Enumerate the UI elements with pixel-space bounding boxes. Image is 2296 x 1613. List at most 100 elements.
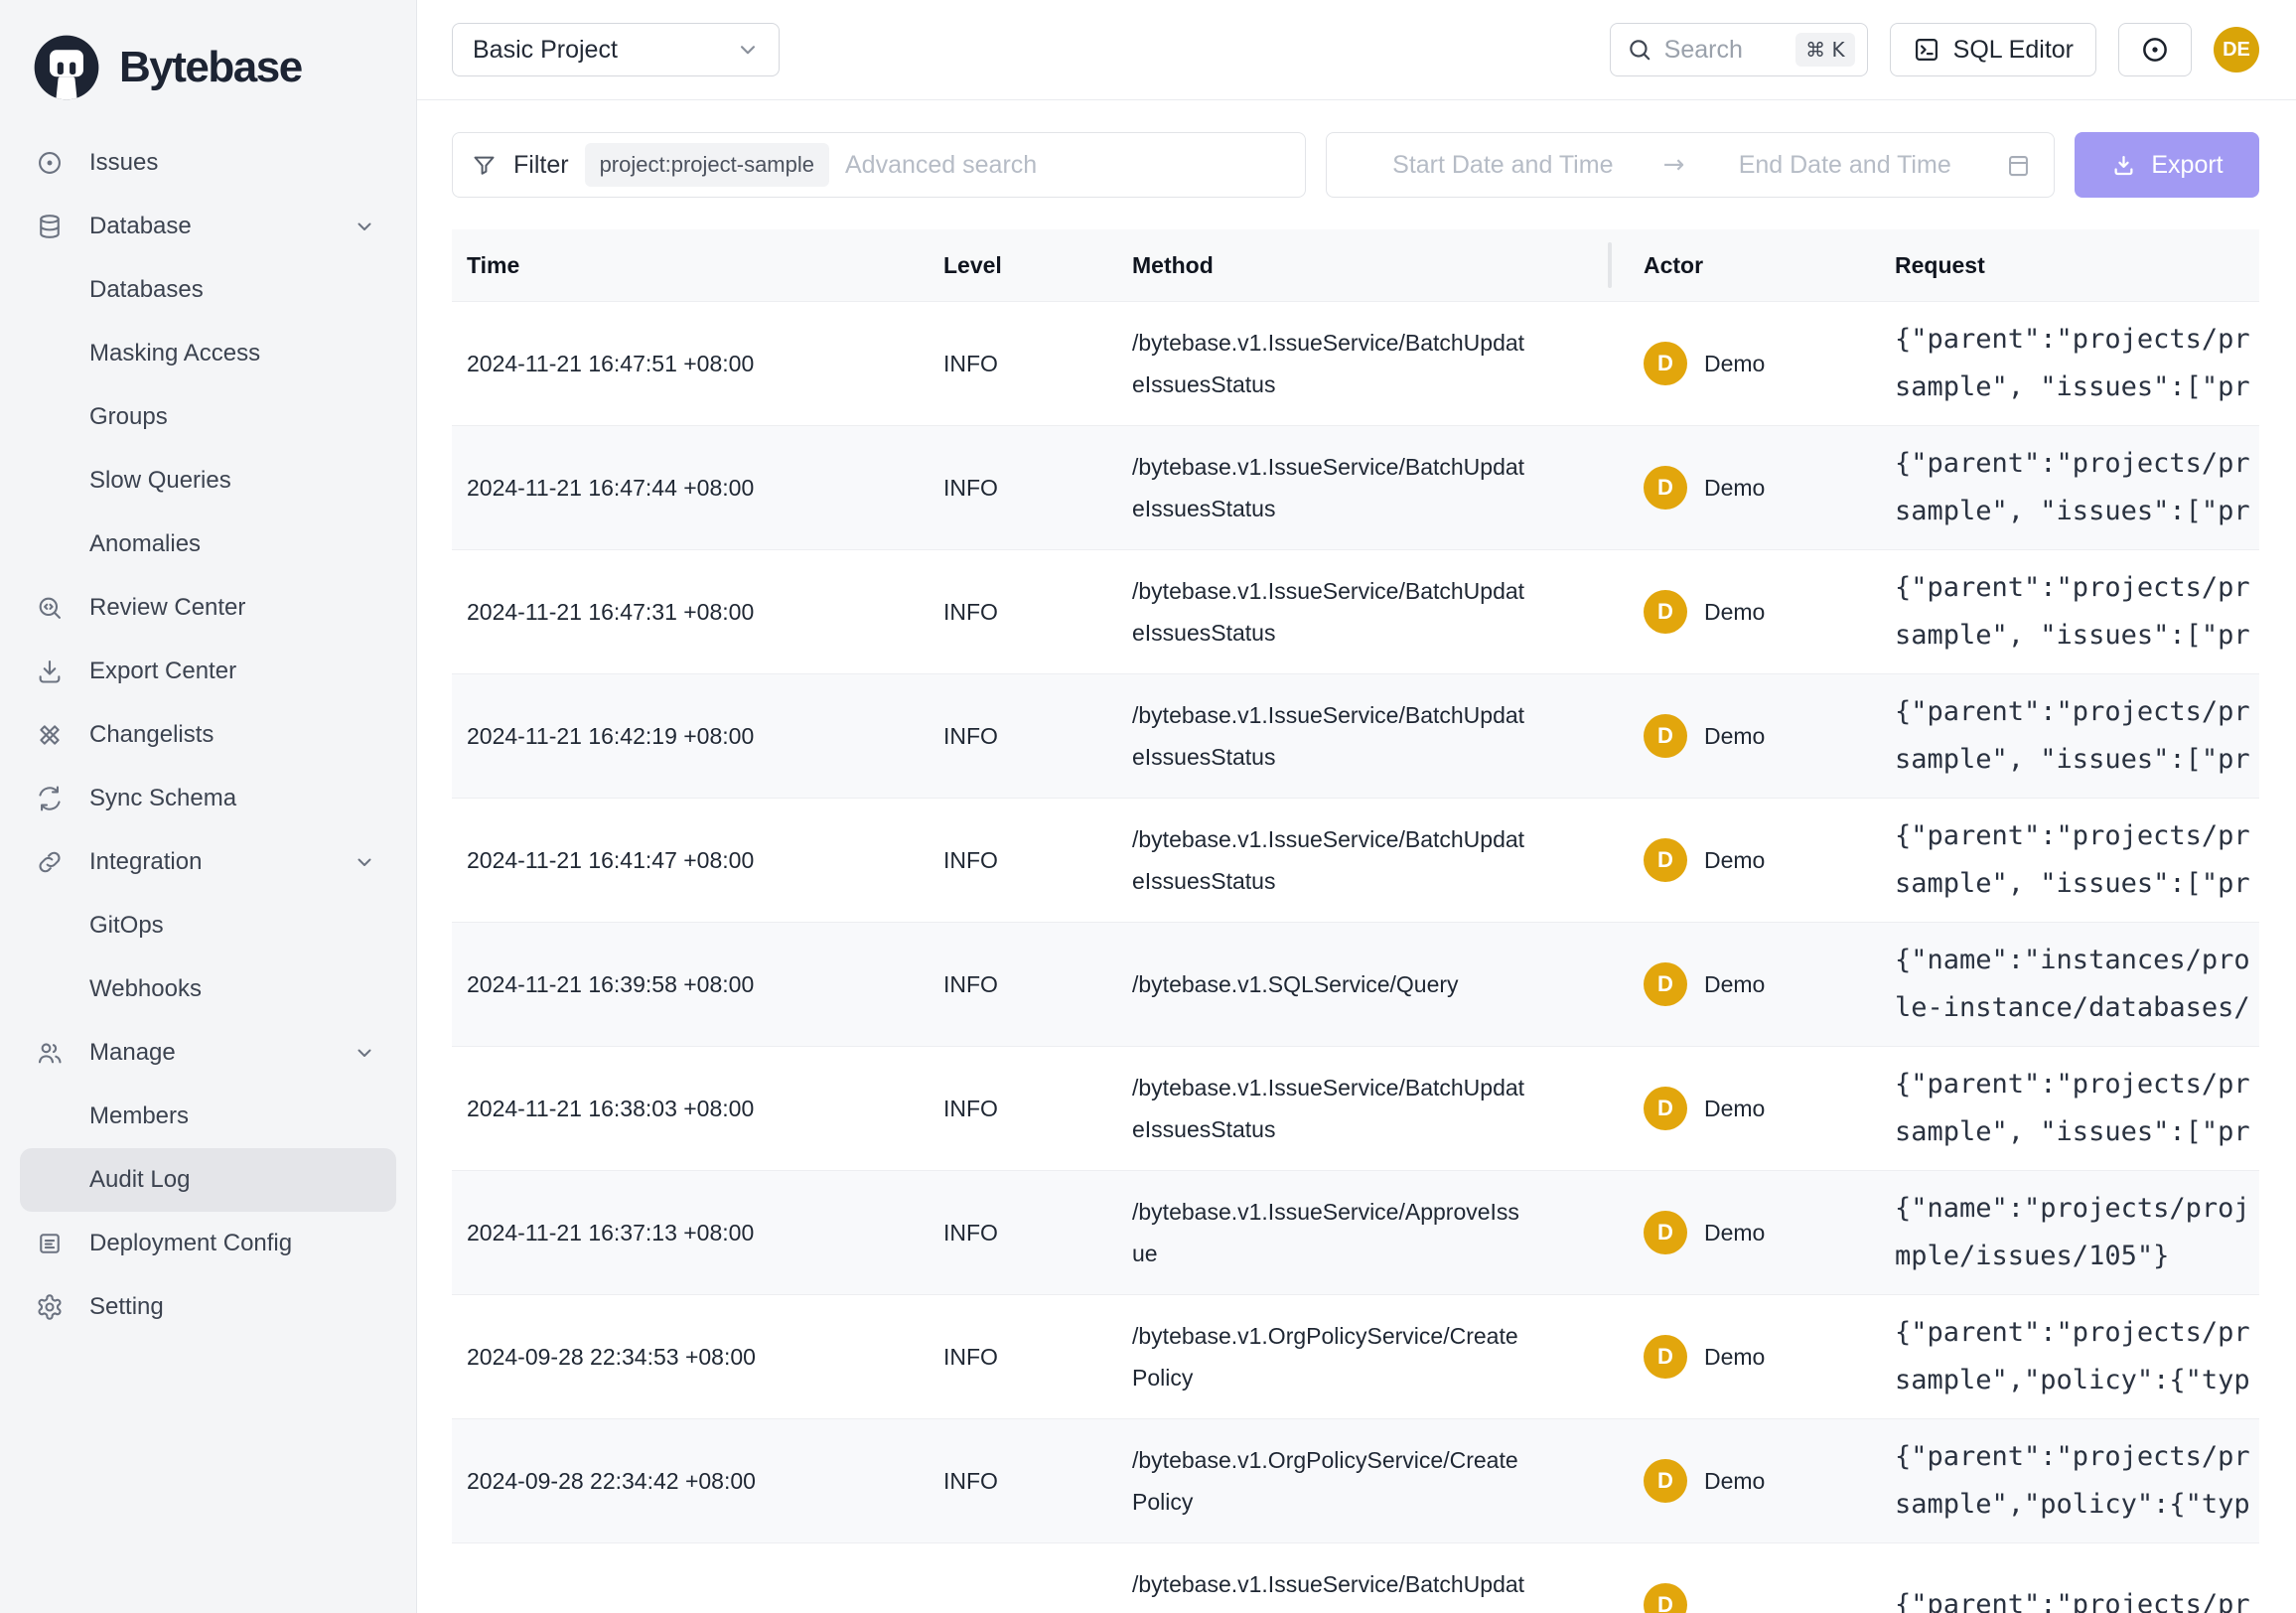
- cell-request: {"parent":"projects/pr sample", "issues"…: [1895, 812, 2259, 908]
- cell-method: /bytebase.v1.IssueService/BatchUpdateIss…: [1132, 1067, 1644, 1150]
- cell-actor: D Demo: [1644, 838, 1895, 882]
- cell-method: /bytebase.v1.OrgPolicyService/CreatePoli…: [1132, 1315, 1644, 1398]
- table-row[interactable]: 2024-11-21 16:39:58 +08:00 INFO /bytebas…: [452, 922, 2259, 1046]
- table-body: 2024-11-21 16:47:51 +08:00 INFO /bytebas…: [452, 301, 2259, 1613]
- cell-actor: D Demo: [1644, 1087, 1895, 1130]
- sidebar-item[interactable]: Deployment Config: [20, 1212, 396, 1275]
- setting-icon: [36, 1293, 64, 1321]
- cell-actor: D Demo: [1644, 342, 1895, 385]
- brand-name: Bytebase: [119, 43, 302, 92]
- chevron-down-icon: [353, 1041, 376, 1065]
- sql-editor-button[interactable]: SQL Editor: [1890, 23, 2096, 76]
- column-header-level[interactable]: Level: [943, 252, 1132, 279]
- actor-avatar: D: [1644, 1335, 1687, 1379]
- table-row[interactable]: 2024-11-21 16:47:31 +08:00 INFO /bytebas…: [452, 549, 2259, 673]
- changelists-icon: [36, 721, 64, 749]
- sidebar-item[interactable]: Review Center: [20, 576, 396, 640]
- column-header-time[interactable]: Time: [452, 252, 943, 279]
- topbar-right: Search ⌘ K SQL Editor DE: [1610, 23, 2259, 76]
- actor-name: Demo: [1704, 1468, 1765, 1495]
- table-row[interactable]: 2024-11-21 16:38:03 +08:00 INFO /bytebas…: [452, 1046, 2259, 1170]
- filter-toolbar: Filter project:project-sample Advanced s…: [452, 132, 2259, 198]
- cell-level: INFO: [943, 1468, 1132, 1495]
- actor-avatar: D: [1644, 838, 1687, 882]
- sidebar-item[interactable]: Issues: [20, 131, 396, 195]
- sidebar-item[interactable]: Manage: [20, 1021, 396, 1085]
- sidebar-item[interactable]: Masking Access: [20, 322, 396, 385]
- column-header-request[interactable]: Request: [1895, 252, 2259, 279]
- start-date-placeholder: Start Date and Time: [1349, 151, 1657, 180]
- actor-name: Demo: [1704, 351, 1765, 377]
- cell-time: 2024-11-21 16:42:19 +08:00: [452, 723, 943, 750]
- bytebase-logo-icon: [30, 31, 103, 104]
- project-selector[interactable]: Basic Project: [452, 23, 780, 76]
- end-date-placeholder: End Date and Time: [1690, 151, 1999, 180]
- table-row[interactable]: 2024-11-21 16:37:13 +08:00 INFO /bytebas…: [452, 1170, 2259, 1294]
- actor-avatar: D: [1644, 1211, 1687, 1254]
- sidebar-item[interactable]: Sync Schema: [20, 767, 396, 830]
- export-button[interactable]: Export: [2075, 132, 2259, 198]
- review-center-icon: [36, 594, 64, 622]
- user-avatar[interactable]: DE: [2214, 27, 2259, 73]
- audit-log-content: Filter project:project-sample Advanced s…: [417, 100, 2296, 1613]
- cell-time: 2024-11-21 16:41:47 +08:00: [452, 847, 943, 874]
- cell-request: {"parent":"projects/pr sample", "issues"…: [1895, 316, 2259, 411]
- cell-actor: D: [1644, 1583, 1895, 1613]
- sidebar-item[interactable]: Setting: [20, 1275, 396, 1339]
- table-row[interactable]: 2024-09-28 22:34:42 +08:00 INFO /bytebas…: [452, 1418, 2259, 1542]
- actor-avatar: D: [1644, 590, 1687, 634]
- cell-level: INFO: [943, 1096, 1132, 1122]
- cell-method: /bytebase.v1.OrgPolicyService/CreatePoli…: [1132, 1439, 1644, 1523]
- sidebar-item[interactable]: Audit Log: [20, 1148, 396, 1212]
- manage-icon: [36, 1039, 64, 1067]
- export-center-icon: [36, 658, 64, 685]
- sidebar-item[interactable]: GitOps: [20, 894, 396, 957]
- sidebar-item[interactable]: Export Center: [20, 640, 396, 703]
- actor-name: Demo: [1704, 847, 1765, 874]
- audit-log-table: Time Level Method Actor Request 2024-11-…: [452, 229, 2259, 1613]
- table-row[interactable]: /bytebase.v1.IssueService/BatchUpdateIss…: [452, 1542, 2259, 1613]
- cell-actor: D Demo: [1644, 1211, 1895, 1254]
- sidebar-item[interactable]: Webhooks: [20, 957, 396, 1021]
- sidebar-item[interactable]: Slow Queries: [20, 449, 396, 513]
- column-header-actor[interactable]: Actor: [1644, 252, 1895, 279]
- issue-status-button[interactable]: [2118, 23, 2192, 76]
- table-row[interactable]: 2024-11-21 16:41:47 +08:00 INFO /bytebas…: [452, 798, 2259, 922]
- search-input[interactable]: Search ⌘ K: [1610, 23, 1868, 76]
- bytebase-app: Bytebase Issues Database: [0, 0, 2296, 1613]
- advanced-search-input[interactable]: Filter project:project-sample Advanced s…: [452, 132, 1306, 198]
- chevron-down-icon: [353, 215, 376, 238]
- cell-time: 2024-11-21 16:47:44 +08:00: [452, 475, 943, 502]
- sidebar-item[interactable]: Members: [20, 1085, 396, 1148]
- column-header-method[interactable]: Method: [1132, 252, 1644, 279]
- cell-level: INFO: [943, 1344, 1132, 1371]
- date-range-picker[interactable]: Start Date and Time → End Date and Time: [1326, 132, 2055, 198]
- integration-icon: [36, 848, 64, 876]
- sidebar-item[interactable]: Changelists: [20, 703, 396, 767]
- issues-icon: [36, 149, 64, 177]
- cell-method: /bytebase.v1.IssueService/BatchUpdateIss…: [1132, 446, 1644, 529]
- actor-avatar: D: [1644, 342, 1687, 385]
- sidebar-item[interactable]: Groups: [20, 385, 396, 449]
- sidebar-item[interactable]: Databases: [20, 258, 396, 322]
- cell-request: {"name":"instances/pro le-instance/datab…: [1895, 937, 2259, 1032]
- sync-schema-icon: [36, 785, 64, 812]
- export-label: Export: [2151, 151, 2223, 180]
- cell-request: {"parent":"projects/pr sample","policy":…: [1895, 1433, 2259, 1529]
- filter-chip-project[interactable]: project:project-sample: [585, 143, 829, 187]
- advanced-search-placeholder: Advanced search: [845, 151, 1037, 180]
- main-area: Basic Project Search ⌘ K SQL E: [417, 0, 2296, 1613]
- table-row[interactable]: 2024-11-21 16:42:19 +08:00 INFO /bytebas…: [452, 673, 2259, 798]
- sidebar-item[interactable]: Integration: [20, 830, 396, 894]
- table-row[interactable]: 2024-09-28 22:34:53 +08:00 INFO /bytebas…: [452, 1294, 2259, 1418]
- logo[interactable]: Bytebase: [20, 26, 396, 109]
- cell-time: 2024-11-21 16:39:58 +08:00: [452, 971, 943, 998]
- sidebar-item[interactable]: Anomalies: [20, 513, 396, 576]
- sidebar-item[interactable]: Database: [20, 195, 396, 258]
- cell-level: INFO: [943, 723, 1132, 750]
- cell-request: {"parent":"projects/pr sample", "issues"…: [1895, 1061, 2259, 1156]
- table-row[interactable]: 2024-11-21 16:47:44 +08:00 INFO /bytebas…: [452, 425, 2259, 549]
- table-row[interactable]: 2024-11-21 16:47:51 +08:00 INFO /bytebas…: [452, 301, 2259, 425]
- cell-request: {"parent":"projects/pr sample", "issues"…: [1895, 564, 2259, 660]
- chevron-down-icon: [353, 850, 376, 874]
